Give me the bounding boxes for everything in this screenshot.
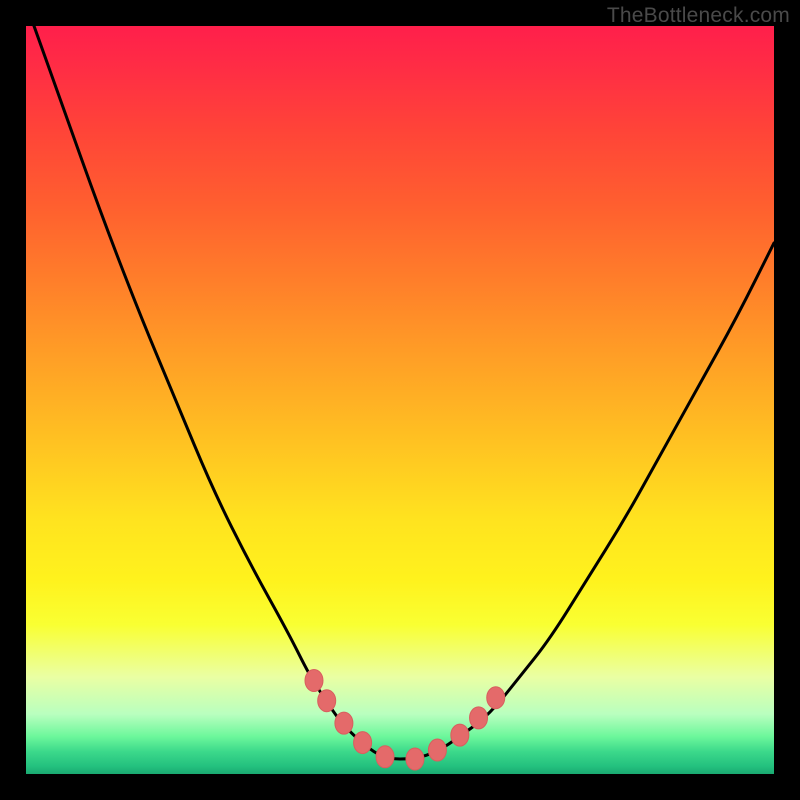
highlight-marker <box>428 739 446 761</box>
highlight-marker <box>451 724 469 746</box>
plot-area <box>26 26 774 774</box>
watermark-text: TheBottleneck.com <box>607 4 790 28</box>
value-curve-path <box>26 4 774 759</box>
chart-svg <box>26 26 774 774</box>
highlight-marker <box>487 687 505 709</box>
value-curve <box>26 4 774 759</box>
highlight-marker <box>335 712 353 734</box>
chart-frame: TheBottleneck.com <box>0 0 800 800</box>
highlight-markers <box>305 670 505 771</box>
highlight-marker <box>305 670 323 692</box>
highlight-marker <box>318 690 336 712</box>
highlight-marker <box>406 748 424 770</box>
highlight-marker <box>354 732 372 754</box>
highlight-marker <box>376 746 394 768</box>
highlight-marker <box>470 707 488 729</box>
